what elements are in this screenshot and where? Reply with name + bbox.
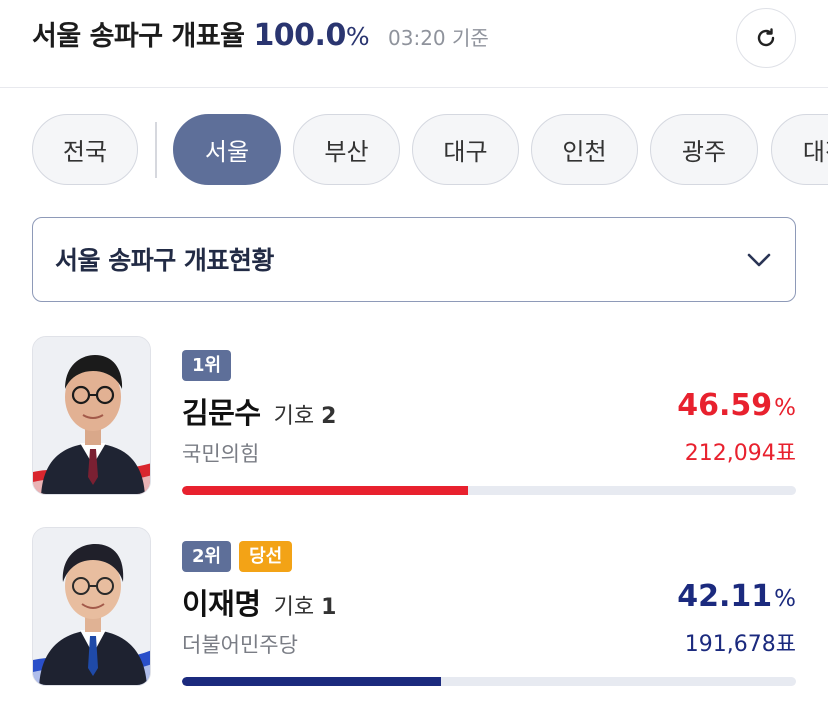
- candidate-symbol: 기호 2: [273, 404, 337, 429]
- district-select-label: 서울 송파구 개표현황: [55, 246, 274, 275]
- candidate-name-row: 김문수 기호 2: [182, 390, 336, 432]
- candidate-name: 이재명: [182, 587, 261, 621]
- vote-percent: 42.11%: [677, 579, 796, 614]
- candidate-name: 김문수: [182, 396, 261, 430]
- candidate-photo-image: [33, 528, 150, 685]
- refresh-icon: [757, 28, 775, 47]
- vote-share-bar: [182, 677, 796, 686]
- elected-badge: 당선: [239, 541, 293, 572]
- count-rate: 100.0: [253, 18, 346, 53]
- region-tab-daegu[interactable]: 대구: [412, 114, 519, 185]
- header-bar: 서울 송파구 개표율 100.0% 03:20 기준: [0, 0, 828, 88]
- vote-count: 212,094표: [684, 441, 796, 466]
- count-rate-unit: %: [345, 22, 370, 51]
- candidate-card[interactable]: 2위 당선 이재명 기호 1 더불어민주당 42.11% 191,678표: [0, 527, 828, 697]
- vote-percent: 46.59%: [677, 388, 796, 423]
- region-tab-nationwide[interactable]: 전국: [32, 114, 138, 185]
- candidate-name-row: 이재명 기호 1: [182, 581, 336, 623]
- candidate-badges: 1위: [182, 350, 232, 381]
- region-tab-gwangju[interactable]: 광주: [650, 114, 758, 185]
- vote-count: 191,678표: [684, 632, 796, 657]
- vote-share-fill: [182, 677, 441, 686]
- candidate-photo: [32, 336, 151, 495]
- candidate-photo: [32, 527, 151, 686]
- region-tab-seoul[interactable]: 서울: [173, 114, 281, 185]
- page-title: 서울 송파구 개표율 100.0% 03:20 기준: [32, 14, 489, 60]
- region-tab-busan[interactable]: 부산: [293, 114, 400, 185]
- refresh-button[interactable]: [736, 8, 796, 68]
- timestamp: 03:20 기준: [388, 26, 489, 50]
- district-select[interactable]: 서울 송파구 개표현황: [32, 217, 796, 302]
- rank-badge: 1위: [182, 350, 232, 381]
- region-tab-daejeon[interactable]: 대전: [771, 114, 828, 185]
- vote-share-bar: [182, 486, 796, 495]
- candidate-party: 더불어민주당: [182, 633, 298, 657]
- region-tab-divider: [155, 122, 157, 178]
- candidate-photo-image: [33, 337, 150, 494]
- candidate-badges: 2위 당선: [182, 541, 293, 572]
- candidate-card[interactable]: 1위 김문수 기호 2 국민의힘 46.59% 212,094표: [0, 336, 828, 506]
- candidate-party: 국민의힘: [182, 442, 260, 466]
- region-tab-incheon[interactable]: 인천: [531, 114, 638, 185]
- region-tabs: 전국 서울 부산 대구 인천 광주 대전: [32, 114, 828, 186]
- title-text: 서울 송파구 개표율: [32, 21, 245, 52]
- candidate-symbol: 기호 1: [273, 595, 337, 620]
- rank-badge: 2위: [182, 541, 232, 572]
- chevron-down-icon: [747, 253, 771, 267]
- vote-share-fill: [182, 486, 469, 495]
